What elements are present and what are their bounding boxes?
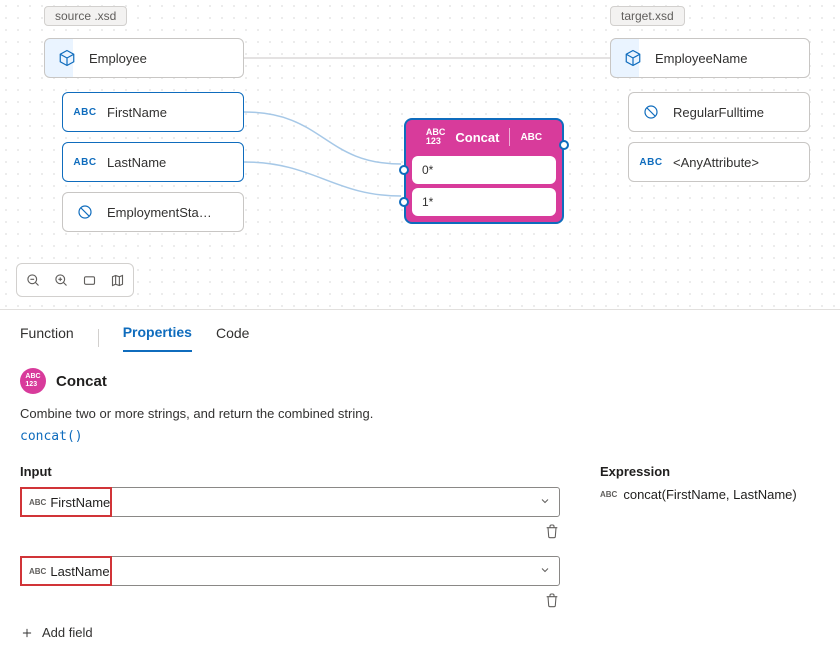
input-section-label: Input — [20, 464, 560, 479]
abc-icon: ABC — [639, 157, 663, 168]
cube-icon — [55, 49, 79, 67]
source-field-employmentstatus[interactable]: EmploymentSta… — [62, 192, 244, 232]
field-label: RegularFulltime — [673, 105, 764, 120]
cube-icon — [621, 49, 645, 67]
minimap-button[interactable] — [105, 268, 129, 292]
tab-properties[interactable]: Properties — [123, 324, 192, 352]
concat-port-0[interactable]: 0* — [412, 156, 556, 184]
abc-icon: ABC — [73, 157, 97, 168]
canvas-toolbar — [16, 263, 134, 297]
concat-port-1[interactable]: 1* — [412, 188, 556, 216]
field-label: FirstName — [107, 105, 167, 120]
abc-icon: ABC — [73, 107, 97, 118]
abc-icon: ABC — [29, 567, 46, 576]
abc-icon: ABC — [600, 490, 617, 499]
concat-node-title: Concat — [455, 130, 499, 145]
abc123-icon: ABC123 — [426, 128, 446, 146]
fit-view-button[interactable] — [77, 268, 101, 292]
target-root-label: EmployeeName — [655, 51, 748, 66]
function-description: Combine two or more strings, and return … — [20, 406, 820, 421]
input-dropdown-1[interactable]: ABC LastName — [20, 556, 560, 586]
input-value: LastName — [50, 564, 539, 579]
target-file-tab: target.xsd — [610, 6, 685, 26]
zoom-in-button[interactable] — [49, 268, 73, 292]
abc-icon: ABC — [520, 133, 542, 142]
source-field-lastname[interactable]: ABC LastName — [62, 142, 244, 182]
tab-function[interactable]: Function — [20, 325, 74, 351]
output-port[interactable] — [559, 140, 569, 150]
abc-icon: ABC — [29, 498, 46, 507]
field-label: EmploymentSta… — [107, 205, 212, 220]
forbidden-icon — [73, 204, 97, 220]
port-label: 1* — [422, 195, 433, 209]
expression-value: ABC concat(FirstName, LastName) — [600, 487, 797, 502]
add-field-button[interactable]: Add field — [20, 625, 560, 640]
target-root-node[interactable]: EmployeeName — [610, 38, 810, 78]
mapper-canvas[interactable]: source .xsd target.xsd Employee ABC Firs… — [0, 0, 840, 310]
delete-input-1[interactable] — [20, 592, 560, 611]
zoom-out-button[interactable] — [21, 268, 45, 292]
target-field-anyattr[interactable]: ABC <AnyAttribute> — [628, 142, 810, 182]
input-port[interactable] — [399, 165, 409, 175]
tab-code[interactable]: Code — [216, 325, 249, 351]
properties-panel: ABC123 Concat Combine two or more string… — [0, 352, 840, 656]
input-dropdown-0[interactable]: ABC FirstName — [20, 487, 560, 517]
target-field-regularfulltime[interactable]: RegularFulltime — [628, 92, 810, 132]
source-file-tab: source .xsd — [44, 6, 127, 26]
chevron-down-icon — [539, 495, 551, 510]
source-root-node[interactable]: Employee — [44, 38, 244, 78]
abc123-icon: ABC123 — [20, 368, 46, 394]
field-label: LastName — [107, 155, 166, 170]
chevron-down-icon — [539, 564, 551, 579]
input-value: FirstName — [50, 495, 539, 510]
source-field-firstname[interactable]: ABC FirstName — [62, 92, 244, 132]
panel-tabs: Function Properties Code — [0, 310, 840, 352]
source-root-label: Employee — [89, 51, 147, 66]
delete-input-0[interactable] — [20, 523, 560, 542]
field-label: <AnyAttribute> — [673, 155, 759, 170]
function-name: Concat — [56, 373, 107, 390]
forbidden-icon — [639, 104, 663, 120]
concat-function-node[interactable]: ABC123 Concat ABC 0* 1* — [404, 118, 564, 224]
port-label: 0* — [422, 163, 433, 177]
concat-node-header: ABC123 Concat ABC — [412, 126, 556, 152]
expression-section-label: Expression — [600, 464, 797, 479]
function-signature: concat() — [20, 429, 820, 444]
input-port[interactable] — [399, 197, 409, 207]
add-field-label: Add field — [42, 625, 93, 640]
